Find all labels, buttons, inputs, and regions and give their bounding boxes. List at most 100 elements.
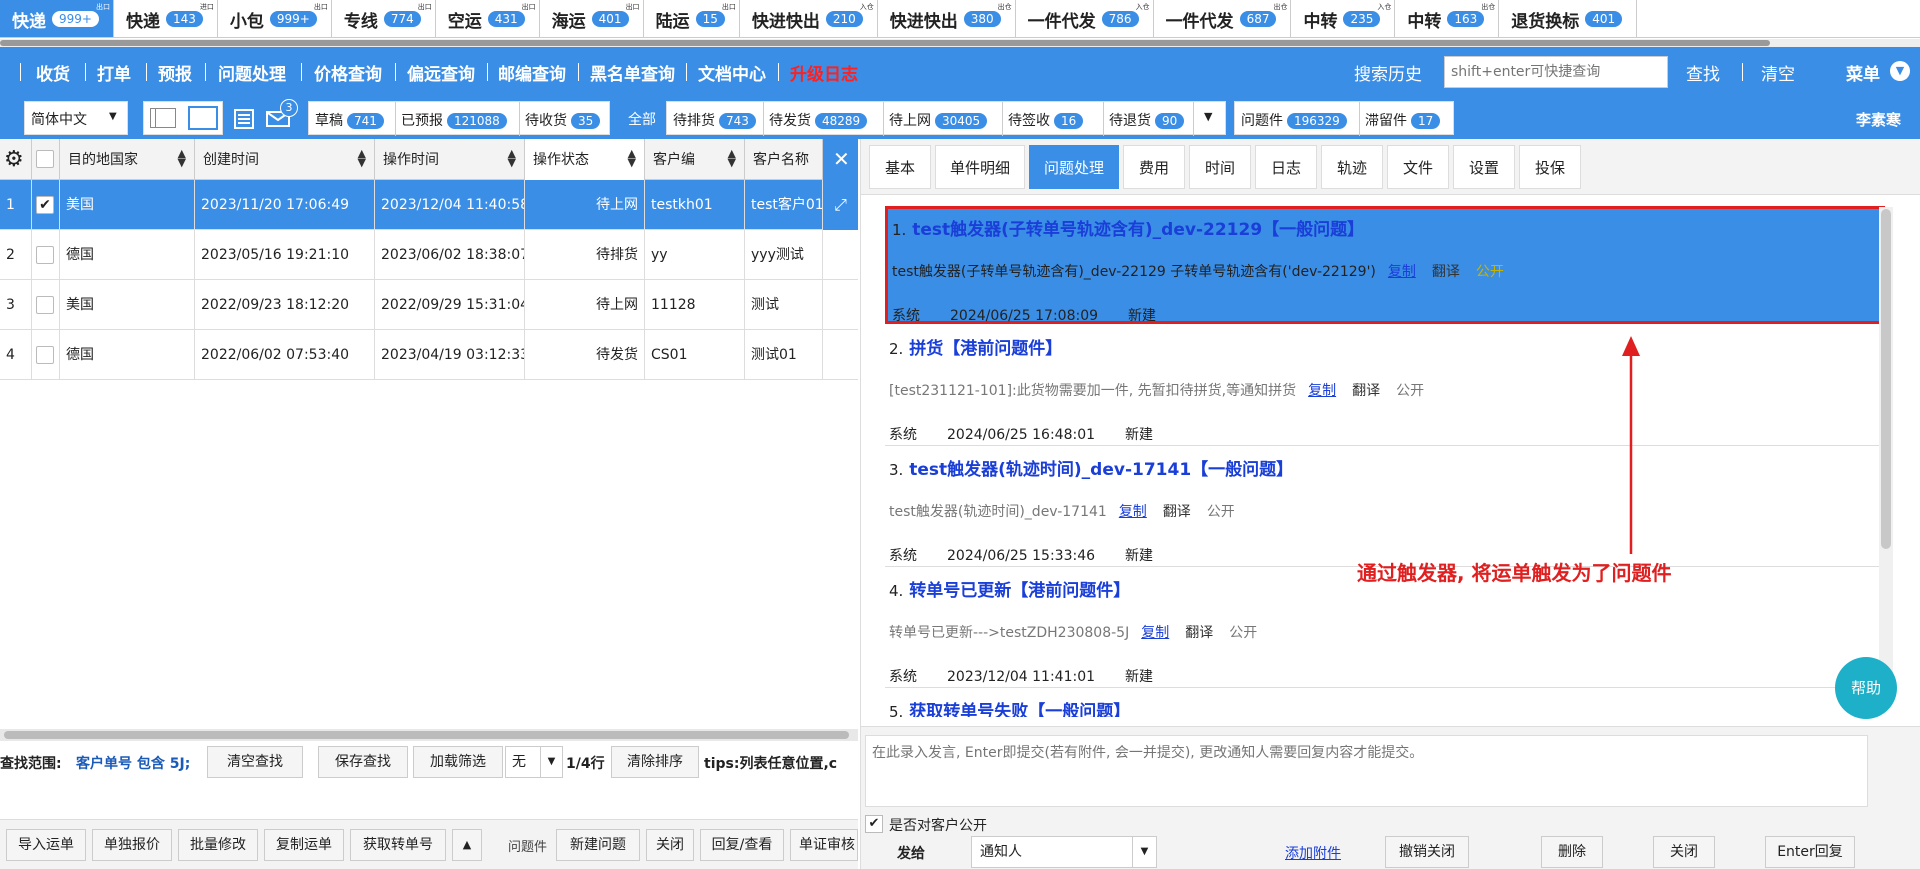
split-view-icon[interactable] — [150, 108, 176, 128]
sort-icon[interactable]: ▲ ▼ — [358, 148, 366, 168]
translate-link[interactable]: 翻译 — [1185, 625, 1213, 641]
notify-select[interactable]: 通知人 ▼ — [971, 836, 1157, 868]
detail-tab-4[interactable]: 时间 — [1189, 145, 1251, 189]
issue-item-3[interactable]: 3. test触发器(轨迹时间)_dev-17141【一般问题】 test触发器… — [885, 449, 1885, 567]
save-find-button[interactable]: 保存查找 — [318, 746, 408, 778]
status-awaiting-receipt[interactable]: 待收货 35 — [525, 110, 601, 130]
table-horizontal-scrollbar[interactable] — [0, 729, 858, 741]
new-issue-button[interactable]: 新建问题 — [556, 829, 640, 861]
menu-item-remote-query[interactable]: 偏远查询 — [407, 60, 475, 85]
issue-item-4[interactable]: 4. 转单号已更新【港前问题件】 转单号已更新--->testZDH230808… — [885, 570, 1885, 688]
column-header-operated[interactable]: 操作时间 ▲ ▼ — [375, 139, 525, 180]
detail-tab-0[interactable]: 基本 — [869, 145, 931, 189]
table-row[interactable]: 1 美国 2023/11/20 17:06:49 2023/12/04 11:40:5… — [0, 180, 858, 230]
top-tab-0[interactable]: 快递 999+ 出口 — [0, 0, 114, 37]
top-tab-4[interactable]: 空运 431 出口 — [436, 0, 540, 37]
batch-edit-button[interactable]: 批量修改 — [178, 829, 258, 861]
full-view-icon[interactable] — [188, 106, 218, 130]
top-tab-2[interactable]: 小包 999+ 出口 — [218, 0, 332, 37]
row-checkbox[interactable] — [36, 346, 54, 364]
cancel-close-button[interactable]: 撤销关闭 — [1385, 836, 1469, 868]
list-icon[interactable] — [234, 109, 254, 129]
close-icon[interactable]: ✕ — [823, 139, 858, 180]
close-issue-button[interactable]: 关闭 — [646, 829, 694, 861]
status-pending-online[interactable]: 待上网 30405 — [889, 110, 988, 130]
translate-link[interactable]: 翻译 — [1352, 383, 1380, 399]
clear-sort-button[interactable]: 清除排序 — [611, 746, 699, 778]
detail-tab-8[interactable]: 设置 — [1453, 145, 1515, 189]
translate-link[interactable]: 翻译 — [1163, 504, 1191, 520]
load-filter-button[interactable]: 加载筛选 — [413, 746, 503, 778]
status-all-button[interactable]: 全部 — [628, 109, 656, 129]
document-review-button[interactable]: 单证审核 — [790, 829, 858, 861]
top-tab-12[interactable]: 中转 163 出仓 — [1395, 0, 1500, 37]
table-row[interactable]: 4 德国 2022/06/02 07:53:40 2023/04/19 03:12:3… — [0, 330, 858, 380]
sort-icon[interactable]: ▲ ▼ — [728, 148, 736, 168]
enter-reply-button[interactable]: Enter回复 — [1765, 836, 1855, 868]
copy-link[interactable]: 复制 — [1119, 504, 1147, 520]
sort-icon[interactable]: ▲ ▼ — [628, 148, 636, 168]
status-detained-items[interactable]: 滞留件 17 — [1365, 110, 1441, 130]
detail-tab-1[interactable]: 单件明细 — [935, 145, 1025, 189]
delete-button[interactable]: 删除 — [1541, 836, 1603, 868]
top-tab-11[interactable]: 中转 235 入仓 — [1291, 0, 1396, 37]
status-pending-arrange[interactable]: 待排货 743 — [673, 110, 756, 130]
copy-link[interactable]: 复制 — [1308, 383, 1336, 399]
issue-item-1[interactable]: 1. test触发器(子转单号轨迹含有)_dev-22129【一般问题】 tes… — [885, 206, 1885, 324]
single-quote-button[interactable]: 单独报价 — [92, 829, 172, 861]
search-input[interactable] — [1444, 56, 1668, 88]
menu-item-upgrade-log[interactable]: 升级日志 — [790, 60, 858, 85]
top-tab-3[interactable]: 专线 774 出口 — [332, 0, 436, 37]
menu-item-print[interactable]: 打单 — [97, 60, 131, 85]
detail-tab-7[interactable]: 文件 — [1387, 145, 1449, 189]
chevron-down-icon[interactable]: ▼ — [1204, 110, 1212, 123]
menu-item-price-query[interactable]: 价格查询 — [314, 60, 382, 85]
top-tab-5[interactable]: 海运 401 出口 — [540, 0, 644, 37]
column-header-status[interactable]: 操作状态 ▲ ▼ — [525, 139, 645, 180]
scrollbar-thumb[interactable] — [0, 40, 1770, 46]
scrollbar-thumb[interactable] — [4, 731, 849, 739]
row-checkbox[interactable]: ✔ — [36, 196, 54, 214]
add-attachment-link[interactable]: 添加附件 — [1285, 843, 1341, 863]
top-tab-7[interactable]: 快进快出 210 入仓 — [740, 0, 878, 37]
copy-link[interactable]: 复制 — [1141, 625, 1169, 641]
status-forecasted[interactable]: 已预报 121088 — [401, 110, 507, 130]
menu-item-docs-center[interactable]: 文档中心 — [698, 60, 766, 85]
table-row[interactable]: 2 德国 2023/05/16 19:21:10 2023/06/02 18:38:0… — [0, 230, 858, 280]
language-select[interactable]: 简体中文 ▼ — [24, 101, 128, 135]
find-button[interactable]: 查找 — [1686, 60, 1720, 85]
menu-item-zip-query[interactable]: 邮编查询 — [498, 60, 566, 85]
menu-item-issue-handling[interactable]: 问题处理 — [218, 60, 286, 85]
public-checkbox[interactable]: ✔ — [865, 815, 883, 833]
sort-icon[interactable]: ▲ ▼ — [508, 148, 516, 168]
table-row[interactable]: 3 美国 2022/09/23 18:12:20 2022/09/29 15:31:0… — [0, 280, 858, 330]
detail-tab-2[interactable]: 问题处理 — [1029, 145, 1119, 189]
status-pending-sign[interactable]: 待签收 16 — [1008, 110, 1084, 130]
column-header-created[interactable]: 创建时间 ▲ ▼ — [195, 139, 375, 180]
detail-tab-6[interactable]: 轨迹 — [1321, 145, 1383, 189]
expand-icon[interactable]: ⤢ — [823, 180, 858, 230]
issue-list-scrollbar[interactable] — [1879, 207, 1893, 687]
import-waybill-button[interactable]: 导入运单 — [6, 829, 86, 861]
detail-tab-9[interactable]: 投保 — [1519, 145, 1581, 189]
issue-item-2[interactable]: 2. 拼货【港前问题件】 [test231121-101]:此货物需要加一件, … — [885, 328, 1885, 446]
current-user-name[interactable]: 李素寒 — [1856, 109, 1901, 130]
top-tab-1[interactable]: 快递 143 进口 — [114, 0, 218, 37]
top-tab-6[interactable]: 陆运 15 出口 — [644, 0, 740, 37]
copy-waybill-button[interactable]: 复制运单 — [264, 829, 344, 861]
status-draft[interactable]: 草稿 741 — [315, 110, 384, 130]
detail-tab-5[interactable]: 日志 — [1255, 145, 1317, 189]
menu-item-receive[interactable]: 收货 — [36, 60, 70, 85]
search-history-link[interactable]: 搜索历史 — [1354, 60, 1422, 85]
reply-view-button[interactable]: 回复/查看 — [700, 829, 784, 861]
column-header-customer-name[interactable]: 客户名称 — [745, 139, 823, 180]
settings-gear-icon[interactable]: ⚙ — [0, 139, 32, 180]
close-button[interactable]: 关闭 — [1653, 836, 1715, 868]
menu-button[interactable]: 菜单 — [1846, 60, 1880, 85]
copy-link[interactable]: 复制 — [1388, 264, 1416, 280]
chevron-up-icon[interactable]: ▲ — [452, 829, 482, 861]
status-pending-ship[interactable]: 待发货 48289 — [769, 110, 868, 130]
clear-find-button[interactable]: 清空查找 — [207, 746, 303, 778]
translate-link[interactable]: 翻译 — [1432, 264, 1460, 280]
top-tabs-scrollbar[interactable] — [0, 39, 1920, 47]
